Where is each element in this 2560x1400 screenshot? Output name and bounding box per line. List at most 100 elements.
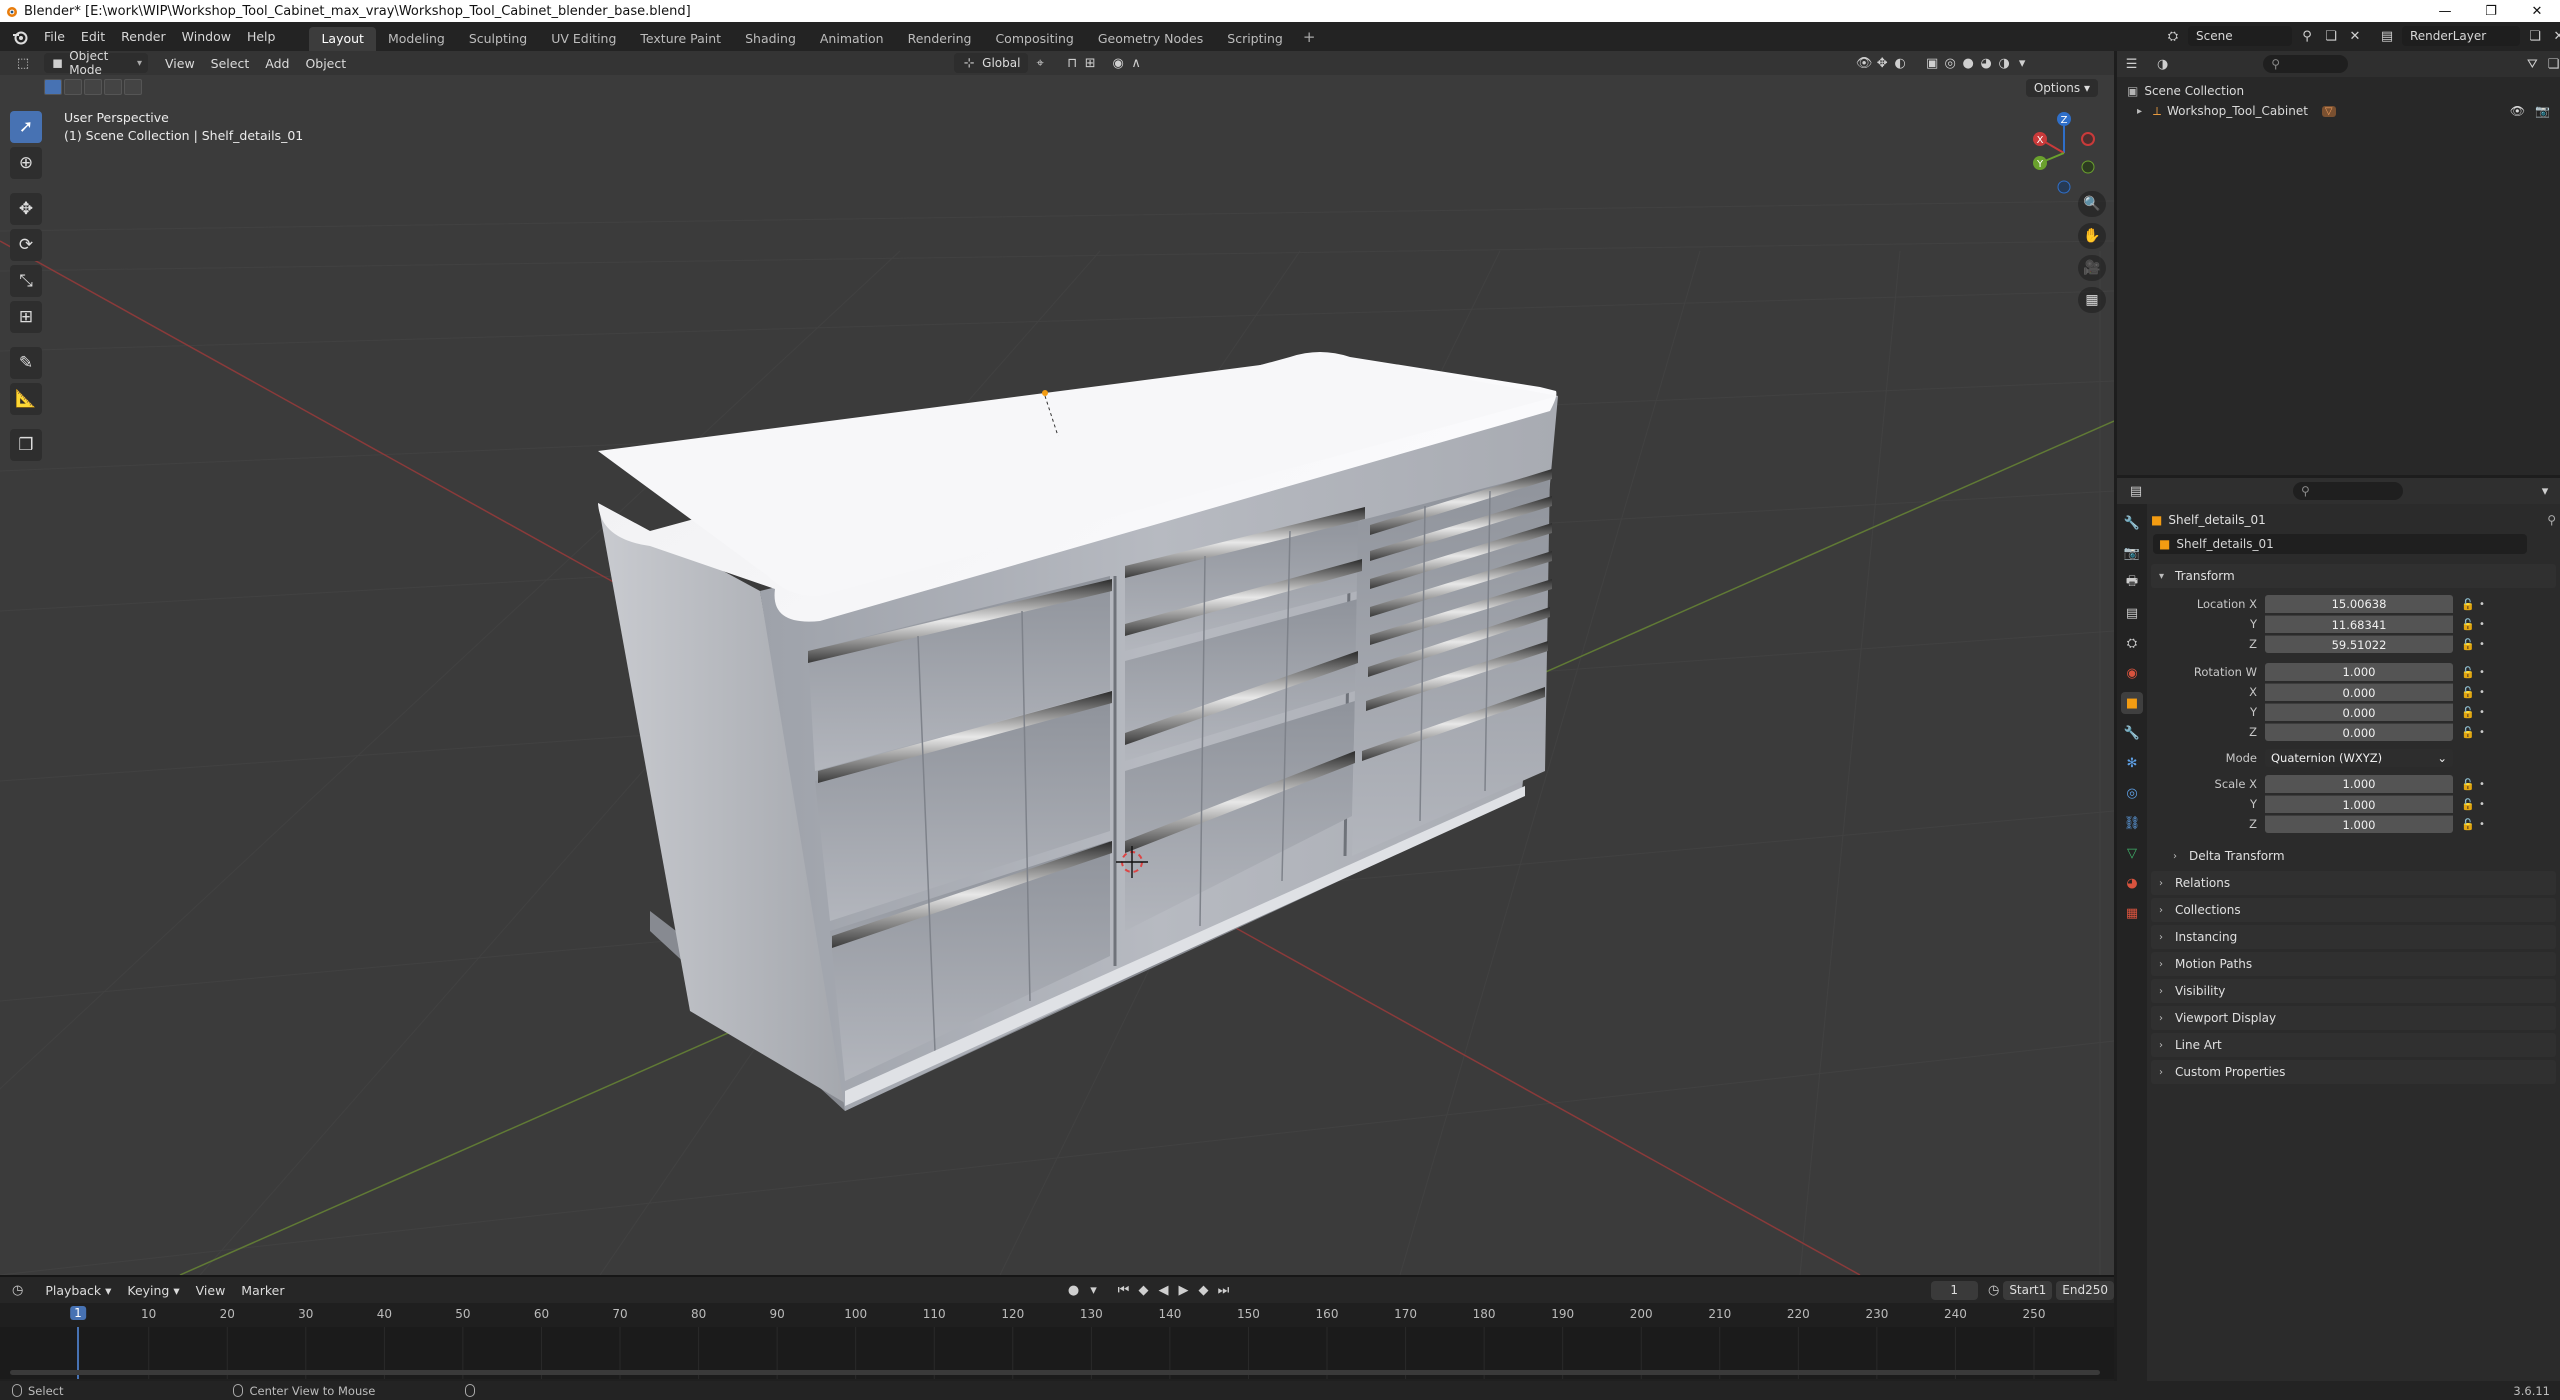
rendered-shading-icon[interactable]: ◑ [1995, 54, 2013, 72]
tool-tab-icon[interactable]: 🔧 [2121, 512, 2143, 534]
snap-icon[interactable]: ⊓ [1063, 54, 1081, 72]
outliner-editor-icon[interactable]: ☰ [2125, 55, 2138, 73]
material-shading-icon[interactable]: ◕ [1977, 54, 1995, 72]
tab-animation[interactable]: Animation [808, 27, 896, 51]
add-cube-tool-icon[interactable]: ❒ [10, 429, 42, 461]
select-intersect-icon[interactable] [124, 79, 142, 95]
measure-tool-icon[interactable]: 📐 [10, 383, 42, 415]
menu-view[interactable]: View [157, 53, 203, 73]
world-tab-icon[interactable]: ◉ [2121, 662, 2143, 684]
view-layer-icon[interactable]: ▤ [2378, 27, 2396, 45]
tab-sculpting[interactable]: Sculpting [457, 27, 539, 51]
blender-menu-icon[interactable] [8, 27, 32, 47]
output-tab-icon[interactable]: 🖶 [2121, 572, 2143, 594]
lock-icon[interactable]: 🔓 [2459, 778, 2477, 791]
menu-object[interactable]: Object [297, 53, 354, 73]
start-frame-field[interactable]: Start 1 [2003, 1280, 2053, 1300]
keyframe-dot-icon[interactable]: • [2477, 619, 2487, 630]
location-x-field[interactable]: 15.00638 [2265, 595, 2453, 613]
scene-field[interactable]: Scene [2188, 26, 2292, 46]
transform-panel-header[interactable]: ▾ Transform [2151, 564, 2556, 588]
object-data-field[interactable]: ■ Shelf_details_01 [2153, 534, 2527, 554]
panel-visibility[interactable]: › Visibility [2151, 979, 2556, 1003]
eye-icon[interactable]: 👁 [2510, 104, 2525, 118]
jump-start-icon[interactable]: ⏮ [1115, 1281, 1133, 1299]
options-button[interactable]: Options ▾ [2025, 79, 2098, 97]
transform-tool-icon[interactable]: ⊞ [10, 301, 42, 333]
panel-motion-paths[interactable]: › Motion Paths [2151, 952, 2556, 976]
shading-options-icon[interactable]: ▾ [2013, 54, 2031, 72]
new-scene-icon[interactable]: ❏ [2322, 27, 2340, 45]
tab-rendering[interactable]: Rendering [896, 27, 984, 51]
properties-options-icon[interactable]: ▾ [2536, 482, 2554, 500]
lock-icon[interactable]: 🔓 [2459, 686, 2477, 699]
scale-tool-icon[interactable]: ⤡ [10, 265, 42, 297]
pan-hand-icon[interactable]: ✋ [2078, 223, 2106, 249]
properties-search-input[interactable]: ⚲ [2293, 482, 2403, 500]
scale-x-field[interactable]: 1.000 [2265, 775, 2453, 793]
menu-marker[interactable]: Marker [233, 1280, 292, 1300]
cabinet-model[interactable] [598, 352, 1558, 1111]
object-tab-icon[interactable]: ■ [2121, 692, 2143, 714]
maximize-button[interactable]: ❐ [2468, 0, 2514, 22]
outliner-search-input[interactable]: ⚲ [2263, 55, 2348, 73]
select-box-tool-icon[interactable]: ➚ [10, 111, 42, 143]
material-tab-icon[interactable]: ◕ [2121, 872, 2143, 894]
scene-tab-icon[interactable]: ⛭ [2121, 632, 2143, 654]
play-reverse-icon[interactable]: ◀ [1155, 1281, 1173, 1299]
3d-viewport[interactable]: ⬚ ◼ Object Mode ▾ View Select Add Object… [0, 51, 2114, 1275]
menu-help[interactable]: Help [239, 29, 284, 44]
solid-shading-icon[interactable]: ● [1959, 54, 1977, 72]
texture-tab-icon[interactable]: ▦ [2121, 902, 2143, 924]
scale-y-field[interactable]: 1.000 [2265, 795, 2453, 813]
xray-icon[interactable]: ▣ [1923, 54, 1941, 72]
panel-instancing[interactable]: › Instancing [2151, 925, 2556, 949]
new-collection-icon[interactable]: ❏ [2547, 55, 2560, 73]
pin-scene-icon[interactable]: ⚲ [2298, 27, 2316, 45]
lock-icon[interactable]: 🔓 [2459, 598, 2477, 611]
outliner-scene-collection[interactable]: ▣ Scene Collection [2127, 81, 2560, 101]
tab-geometry-nodes[interactable]: Geometry Nodes [1086, 27, 1215, 51]
prev-keyframe-icon[interactable]: ◆ [1135, 1281, 1153, 1299]
tab-layout[interactable]: Layout [309, 27, 376, 51]
panel-relations[interactable]: › Relations [2151, 871, 2556, 895]
timeline-scrollbar[interactable] [10, 1370, 2100, 1375]
display-mode-icon[interactable]: ◑ [2156, 55, 2169, 73]
pin-icon[interactable]: ⚲ [2547, 513, 2556, 527]
panel-collections[interactable]: › Collections [2151, 898, 2556, 922]
delete-scene-icon[interactable]: ✕ [2346, 27, 2364, 45]
rotation-y-field[interactable]: 0.000 [2265, 703, 2453, 721]
menu-window[interactable]: Window [174, 29, 239, 44]
keyframe-dot-icon[interactable]: • [2477, 819, 2487, 830]
keyframe-dot-icon[interactable]: • [2477, 727, 2487, 738]
gizmo-toggle-icon[interactable]: ✥ [1873, 54, 1891, 72]
preview-range-icon[interactable]: ◷ [1988, 1281, 1999, 1299]
keyframe-dot-icon[interactable]: • [2477, 667, 2487, 678]
tab-compositing[interactable]: Compositing [983, 27, 1085, 51]
record-icon[interactable]: ● [1065, 1281, 1083, 1299]
location-y-field[interactable]: 11.68341 [2265, 615, 2453, 633]
play-icon[interactable]: ▶ [1175, 1281, 1193, 1299]
keyframe-dot-icon[interactable]: • [2477, 687, 2487, 698]
menu-timeline-view[interactable]: View [188, 1280, 234, 1300]
new-view-layer-icon[interactable]: ❏ [2526, 27, 2544, 45]
timeline-editor-icon[interactable]: ◷ [12, 1281, 23, 1299]
select-new-icon[interactable] [44, 79, 62, 95]
mode-selector[interactable]: ◼ Object Mode ▾ [44, 51, 148, 77]
end-frame-field[interactable]: End 250 [2056, 1280, 2114, 1300]
menu-edit[interactable]: Edit [73, 29, 113, 44]
falloff-icon[interactable]: ∧ [1127, 54, 1145, 72]
lock-icon[interactable]: 🔓 [2459, 706, 2477, 719]
menu-select[interactable]: Select [203, 53, 258, 73]
rotation-mode-dropdown[interactable]: Quaternion (WXYZ) ⌄ [2265, 749, 2453, 767]
add-workspace-button[interactable]: + [1295, 28, 1324, 46]
rotation-z-field[interactable]: 0.000 [2265, 723, 2453, 741]
editor-type-icon[interactable]: ⬚ [14, 54, 32, 72]
tab-uv-editing[interactable]: UV Editing [539, 27, 628, 51]
view-layer-tab-icon[interactable]: ▤ [2121, 602, 2143, 624]
lock-icon[interactable]: 🔓 [2459, 638, 2477, 651]
keyframe-dot-icon[interactable]: • [2477, 779, 2487, 790]
select-subtract-icon[interactable] [84, 79, 102, 95]
current-frame-field[interactable]: 1 [1930, 1280, 1978, 1300]
minimize-button[interactable]: — [2422, 0, 2468, 22]
